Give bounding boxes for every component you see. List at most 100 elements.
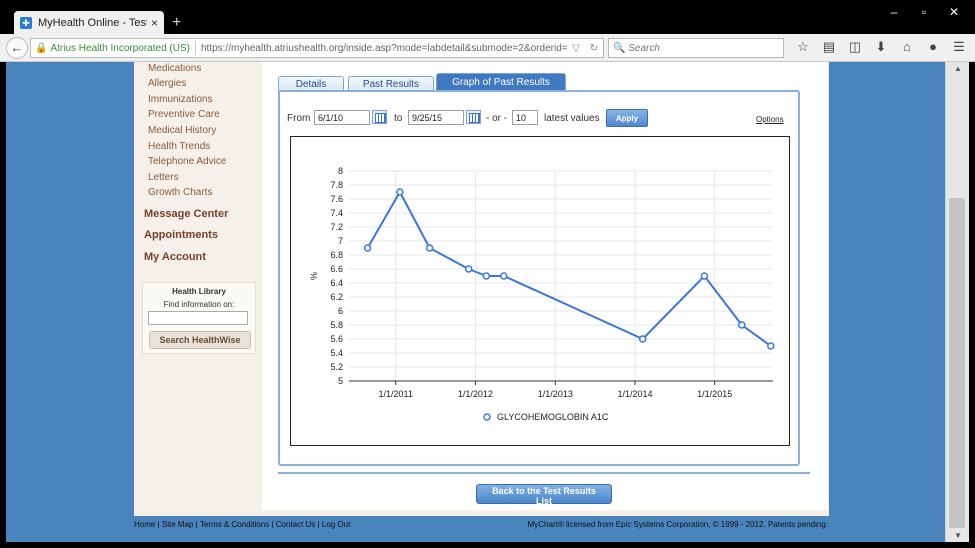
data-point (638, 335, 647, 343)
star-icon[interactable]: ☆ (790, 39, 816, 55)
scroll-up-icon[interactable]: ▲ (946, 64, 970, 73)
y-tick-label: 5.2 (330, 362, 343, 372)
to-calendar-icon[interactable] (466, 110, 481, 124)
new-tab-button[interactable]: + (172, 14, 181, 32)
data-point (396, 188, 404, 196)
y-tick-label: 5.4 (330, 348, 343, 358)
dropdown-arrow-icon[interactable]: ▽ (567, 43, 585, 54)
home-icon[interactable]: ⌂ (894, 39, 920, 55)
divider (194, 41, 196, 55)
sidebar-item-allergies[interactable]: Allergies (148, 78, 186, 89)
sidebar-item-immunizations[interactable]: Immunizations (148, 94, 212, 105)
content-area: Details Past Results Graph of Past Resul… (262, 62, 828, 510)
from-calendar-icon[interactable] (372, 110, 387, 124)
reload-icon[interactable]: ↻ (585, 43, 603, 54)
footer-link-terms[interactable]: Terms & Conditions (200, 520, 269, 529)
health-library-search-input[interactable] (148, 311, 248, 325)
toolbar-icons: ☆ ▤ ◫ ⬇ ⌂ ● ☰ (790, 39, 972, 55)
back-to-results-button[interactable]: Back to the Test Results List (476, 484, 612, 506)
data-point (464, 265, 473, 273)
pocket-icon[interactable]: ◫ (842, 39, 868, 55)
footer-link-home[interactable]: Home (134, 520, 155, 529)
window-controls: – ▫ ✕ (879, 2, 969, 22)
back-arrow-icon[interactable]: ← (6, 37, 28, 59)
main-card: Medications Allergies Immunizations Prev… (134, 62, 829, 516)
from-date-input[interactable] (314, 110, 370, 125)
tab-title: MyHealth Online - Test D... (38, 17, 147, 29)
sidebar: Medications Allergies Immunizations Prev… (134, 62, 256, 510)
sidebar-item-preventive-care[interactable]: Preventive Care (148, 109, 220, 120)
sidebar-item-medical-history[interactable]: Medical History (148, 125, 216, 136)
url-text[interactable]: https://myhealth.atriushealth.org/inside… (201, 43, 567, 54)
divider (278, 472, 810, 474)
site-favicon-icon: ✚ (20, 17, 32, 29)
sidebar-item-letters[interactable]: Letters (148, 172, 179, 183)
y-tick-label: 6.8 (330, 250, 343, 260)
footer-link-site-map[interactable]: Site Map (162, 520, 194, 529)
menu-icon[interactable]: ☰ (946, 39, 972, 55)
search-icon: 🔍 (613, 42, 629, 54)
search-input[interactable]: 🔍 Search (608, 38, 784, 58)
y-tick-label: 6.2 (330, 292, 343, 302)
window-bottom-border (0, 542, 975, 548)
to-date-input[interactable] (408, 110, 464, 125)
data-point (700, 272, 709, 280)
y-tick-label: 7.4 (330, 208, 343, 218)
y-axis-label: % (309, 272, 319, 280)
graph-panel: From to - or - latest values Apply Optio… (278, 90, 800, 466)
data-point (738, 321, 746, 329)
title-bar: ✚ MyHealth Online - Test D... × + – ▫ ✕ (0, 0, 975, 35)
data-point (767, 342, 775, 350)
x-tick-label: 1/1/2014 (617, 389, 652, 399)
search-placeholder: Search (628, 42, 660, 54)
latest-count-input[interactable] (512, 110, 538, 125)
chart-container: 5 5.2 5.4 5.6 5.8 6 6.2 6.4 6.6 6.8 7 7.2 7.4 7.6 7.8 8… (290, 136, 790, 446)
close-tab-icon[interactable]: × (151, 16, 158, 30)
minimize-icon[interactable]: – (879, 2, 909, 22)
sidebar-item-growth-charts[interactable]: Growth Charts (148, 187, 212, 198)
apply-button[interactable]: Apply (606, 109, 648, 127)
legend-label: GLYCOHEMOGLOBIN A1C (497, 412, 609, 422)
y-tick-label: 7.2 (330, 222, 343, 232)
footer-links: Home | Site Map | Terms & Conditions | C… (134, 520, 350, 529)
site-identity: Atrius Health Incorporated (US) (50, 42, 190, 54)
health-library-box: Health Library Find information on: Sear… (142, 282, 256, 354)
scrollbar-thumb[interactable] (949, 198, 965, 528)
browser-tab[interactable]: ✚ MyHealth Online - Test D... × (14, 11, 164, 35)
copyright-text: MyChart® licensed from Epic Systems Corp… (527, 520, 828, 529)
sidebar-item-appointments[interactable]: Appointments (144, 229, 218, 241)
sidebar-item-my-account[interactable]: My Account (144, 251, 206, 263)
scroll-down-icon[interactable]: ▼ (946, 531, 970, 540)
close-window-icon[interactable]: ✕ (939, 2, 969, 22)
x-tick-label: 1/1/2013 (538, 389, 573, 399)
y-tick-label: 7.8 (330, 180, 343, 190)
y-tick-label: 8 (338, 166, 343, 176)
footer-link-logout[interactable]: Log Out (322, 520, 350, 529)
download-icon[interactable]: ⬇ (868, 39, 894, 55)
reading-list-icon[interactable]: ▤ (816, 39, 842, 55)
sidebar-item-health-trends[interactable]: Health Trends (148, 141, 210, 152)
sidebar-item-medications[interactable]: Medications (148, 63, 201, 74)
scrollbar[interactable]: ▲ ▼ (945, 62, 969, 542)
y-tick-label: 6.4 (330, 278, 343, 288)
y-tick-label: 5 (338, 376, 343, 386)
x-tick-label: 1/1/2015 (697, 389, 732, 399)
search-healthwise-button[interactable]: Search HealthWise (149, 331, 251, 349)
options-link[interactable]: Options (756, 115, 784, 124)
footer-link-contact[interactable]: Contact Us (276, 520, 316, 529)
latest-values-label: latest values (544, 113, 600, 124)
sidebar-item-telephone-advice[interactable]: Telephone Advice (148, 156, 226, 167)
line-chart: 5 5.2 5.4 5.6 5.8 6 6.2 6.4 6.6 6.8 7 7.2 7.4 7.6 7.8 8… (309, 166, 775, 422)
y-tick-label: 7.6 (330, 194, 343, 204)
y-tick-label: 7 (338, 236, 343, 246)
sidebar-item-message-center[interactable]: Message Center (144, 208, 228, 220)
data-point (500, 272, 508, 280)
data-point (363, 244, 372, 252)
navigation-bar: ← 🔒 Atrius Health Incorporated (US) http… (0, 34, 975, 62)
maximize-icon[interactable]: ▫ (909, 2, 939, 22)
address-bar[interactable]: 🔒 Atrius Health Incorporated (US) https:… (30, 38, 604, 58)
or-label: - or - (486, 113, 508, 124)
y-tick-label: 6 (338, 306, 343, 316)
chat-icon[interactable]: ● (920, 39, 946, 55)
health-library-title: Health Library (172, 287, 226, 296)
